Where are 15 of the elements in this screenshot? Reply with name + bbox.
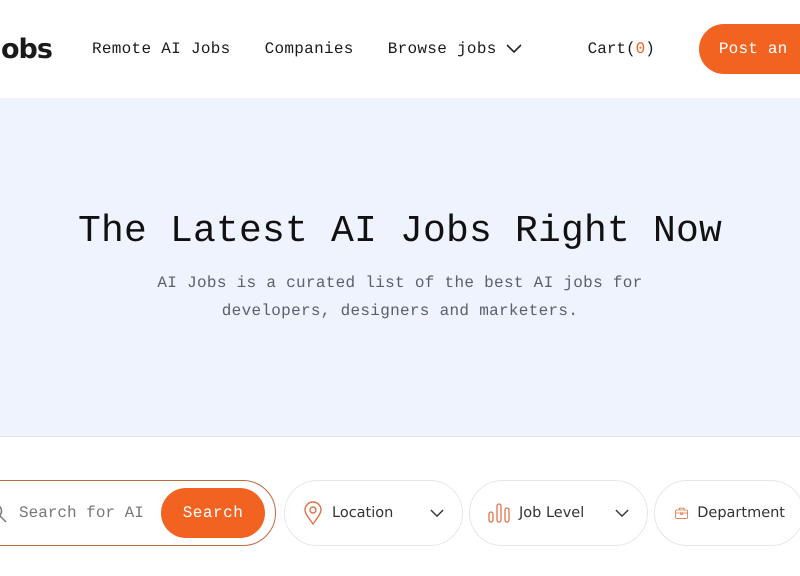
- filter-dropdown[interactable]: Department: [654, 480, 800, 546]
- logo[interactable]: obs: [1, 34, 52, 64]
- nav-link[interactable]: Companies: [264, 40, 354, 58]
- filter-dropdown[interactable]: Location: [284, 480, 463, 546]
- bars-icon: [488, 503, 510, 523]
- cart-link[interactable]: Cart(0): [588, 40, 655, 58]
- map-pin-icon: [303, 501, 323, 525]
- nav-link[interactable]: Remote AI Jobs: [92, 40, 231, 58]
- filter-dropdown[interactable]: Job Level: [469, 480, 648, 546]
- nav-link[interactable]: Browse jobs: [388, 40, 522, 58]
- chevron-down-icon: [506, 44, 522, 54]
- chevron-down-icon: [430, 508, 444, 518]
- hero-subtitle: AI Jobs is a curated list of the best AI jobs for developers, designers and marketers.: [156, 272, 644, 322]
- hero-title: The Latest AI Jobs Right Now: [78, 210, 722, 252]
- chevron-down-icon: [615, 508, 629, 518]
